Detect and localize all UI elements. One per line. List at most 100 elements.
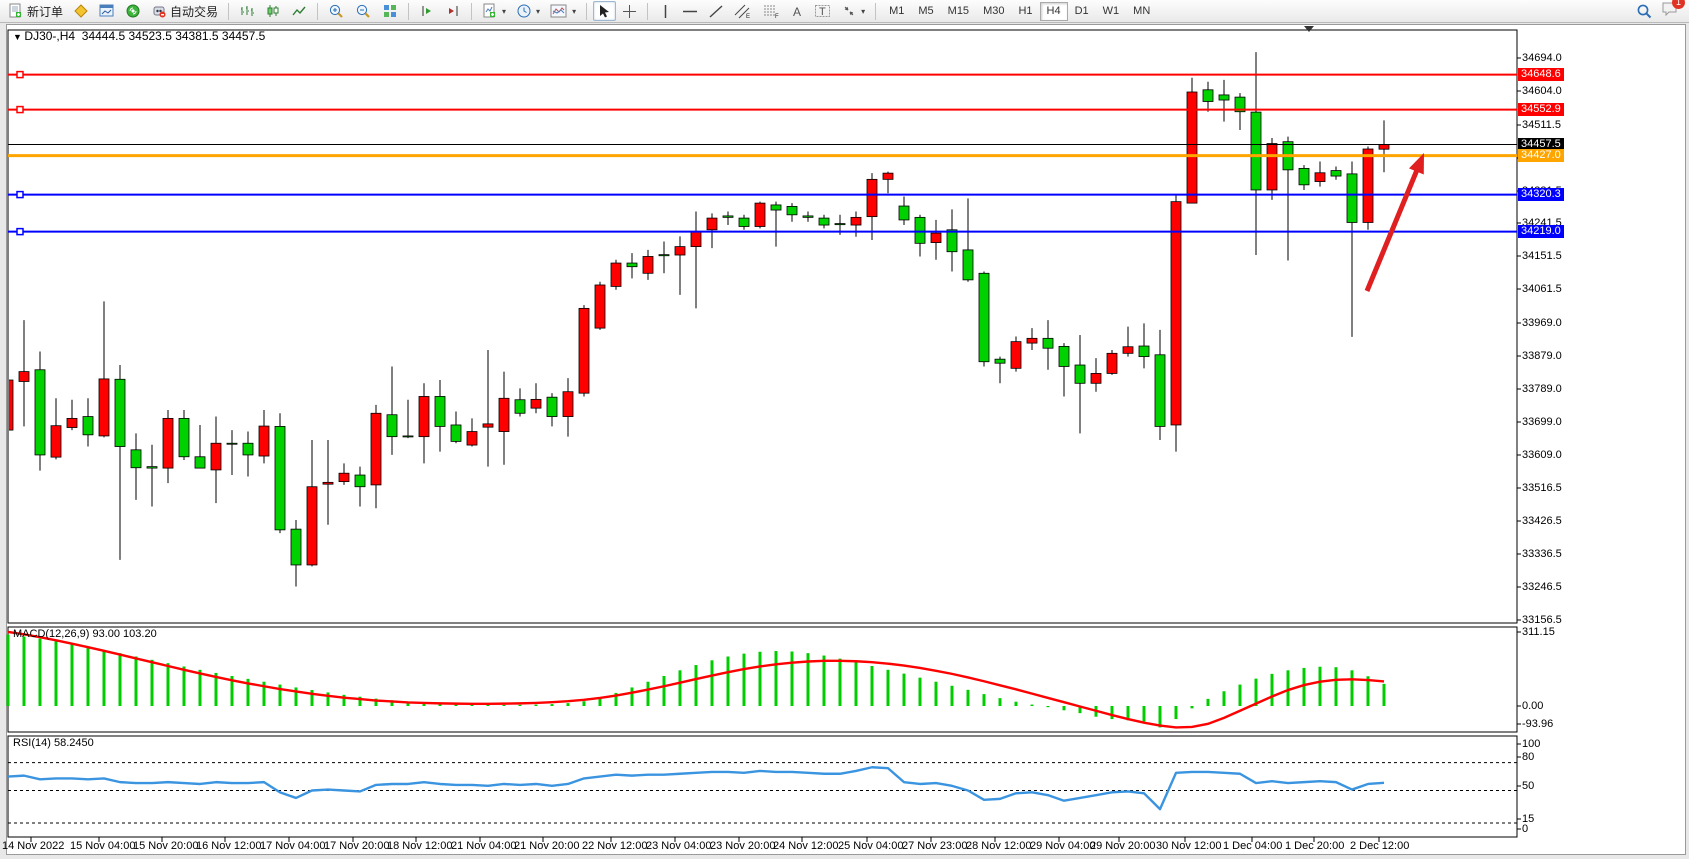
- vertical-line-tool[interactable]: [654, 1, 676, 21]
- timeframe-button-M30[interactable]: M30: [976, 2, 1011, 21]
- line-handle[interactable]: [17, 192, 23, 198]
- candle-up: [1379, 144, 1389, 149]
- zoom-in-button[interactable]: [324, 1, 349, 21]
- candle-up: [307, 487, 317, 565]
- search-icon[interactable]: [1636, 3, 1653, 20]
- candle-up: [755, 203, 765, 226]
- candle-down: [387, 415, 397, 437]
- periods-button[interactable]: ▾: [512, 1, 544, 21]
- text-tool[interactable]: A: [786, 1, 808, 21]
- candle-up: [323, 482, 333, 484]
- candle-up: [1027, 338, 1037, 343]
- candle-down: [1075, 365, 1085, 383]
- svg-text:T: T: [819, 6, 826, 18]
- toolbar: 新订单 自动交易: [0, 0, 1689, 23]
- line-handle[interactable]: [17, 229, 23, 235]
- horizontal-line-tool[interactable]: [678, 1, 702, 21]
- chevron-down-icon: ▾: [502, 7, 506, 16]
- line-handle[interactable]: [17, 72, 23, 78]
- candle-down: [787, 206, 797, 214]
- timeframe-button-M5[interactable]: M5: [911, 2, 940, 21]
- timeframe-button-M1[interactable]: M1: [882, 2, 911, 21]
- macd-pane-border: [8, 627, 1517, 732]
- candle-down: [1043, 338, 1053, 348]
- candle-up: [691, 232, 701, 247]
- candle-down: [291, 529, 301, 565]
- candle-down: [835, 224, 845, 225]
- candle-up: [339, 473, 349, 481]
- arrows-tool[interactable]: ▾: [837, 1, 869, 21]
- zoom-out-button[interactable]: [351, 1, 376, 21]
- trading-terminal: 新订单 自动交易: [0, 0, 1689, 859]
- horizontal-line-icon: [682, 4, 698, 19]
- zoom-in-icon: [328, 3, 345, 20]
- candle-up: [851, 217, 861, 225]
- timeframe-button-D1[interactable]: D1: [1068, 2, 1096, 21]
- market-watch-button[interactable]: [95, 1, 119, 21]
- chevron-down-icon: ▾: [861, 7, 865, 16]
- candle-down: [1331, 171, 1341, 176]
- candle-up: [611, 263, 621, 286]
- candle-up: [51, 426, 61, 457]
- candle-down: [1347, 174, 1357, 223]
- timeframe-button-H1[interactable]: H1: [1011, 2, 1039, 21]
- candlestick-icon: [265, 3, 281, 19]
- candle-up: [675, 247, 685, 255]
- candle-down: [227, 443, 237, 444]
- new-order-label: 新订单: [27, 3, 63, 20]
- candle-down: [803, 216, 813, 217]
- candle-up: [259, 426, 269, 456]
- cursor-tool-button[interactable]: [593, 1, 616, 21]
- metaeditor-button[interactable]: [69, 1, 93, 21]
- tile-windows-icon: [382, 3, 398, 19]
- candle-down: [659, 255, 669, 256]
- timeframe-button-H4[interactable]: H4: [1040, 2, 1068, 21]
- timeframe-button-MN[interactable]: MN: [1126, 2, 1157, 21]
- channel-tool[interactable]: E: [730, 1, 756, 21]
- text-label-tool[interactable]: T: [810, 1, 835, 21]
- candle-down: [627, 263, 637, 267]
- candle-down: [819, 218, 829, 225]
- trendline-tool[interactable]: [704, 1, 728, 21]
- auto-trading-button[interactable]: 自动交易: [147, 1, 222, 21]
- template-icon: [550, 3, 568, 19]
- line-chart-button[interactable]: [287, 1, 311, 21]
- candle-down: [179, 418, 189, 456]
- candle-up: [1171, 202, 1181, 425]
- shift-chart-button[interactable]: [415, 1, 439, 21]
- tile-windows-button[interactable]: [378, 1, 402, 21]
- candle-down: [435, 396, 445, 426]
- rsi-pane-border: [8, 736, 1517, 837]
- timeframe-button-W1[interactable]: W1: [1096, 2, 1127, 21]
- crosshair-tool-button[interactable]: [618, 1, 641, 21]
- new-order-button[interactable]: 新订单: [4, 1, 67, 21]
- text-icon: A: [790, 4, 804, 19]
- bar-chart-button[interactable]: [235, 1, 259, 21]
- annotation-arrow[interactable]: [1367, 166, 1419, 291]
- templates-button[interactable]: ▾: [546, 1, 580, 21]
- shift-end-icon: [445, 3, 461, 19]
- candlestick-button[interactable]: [261, 1, 285, 21]
- notifications-button[interactable]: 1: [1661, 1, 1679, 22]
- candle-down: [515, 400, 525, 414]
- candle-down: [195, 457, 205, 468]
- line-handle[interactable]: [17, 107, 23, 113]
- shift-end-button[interactable]: [441, 1, 465, 21]
- fibonacci-tool[interactable]: F: [758, 1, 784, 21]
- shapes-arrows-icon: [841, 3, 857, 19]
- candle-up: [371, 413, 381, 485]
- notification-badge: 1: [1672, 0, 1685, 9]
- candle-up: [1363, 149, 1373, 222]
- candle-down: [131, 450, 141, 468]
- signals-button[interactable]: [121, 1, 145, 21]
- candle-up: [579, 308, 589, 393]
- indicators-button[interactable]: ▾: [478, 1, 510, 21]
- timeframe-button-M15[interactable]: M15: [941, 2, 976, 21]
- add-indicator-icon: [482, 3, 498, 19]
- bar-chart-icon: [239, 3, 255, 19]
- equidistant-channel-icon: E: [734, 3, 752, 19]
- candle-up: [19, 372, 29, 382]
- candles: [3, 52, 1389, 586]
- chart-shift-triangle-icon[interactable]: [1304, 26, 1314, 32]
- candle-down: [1139, 346, 1149, 357]
